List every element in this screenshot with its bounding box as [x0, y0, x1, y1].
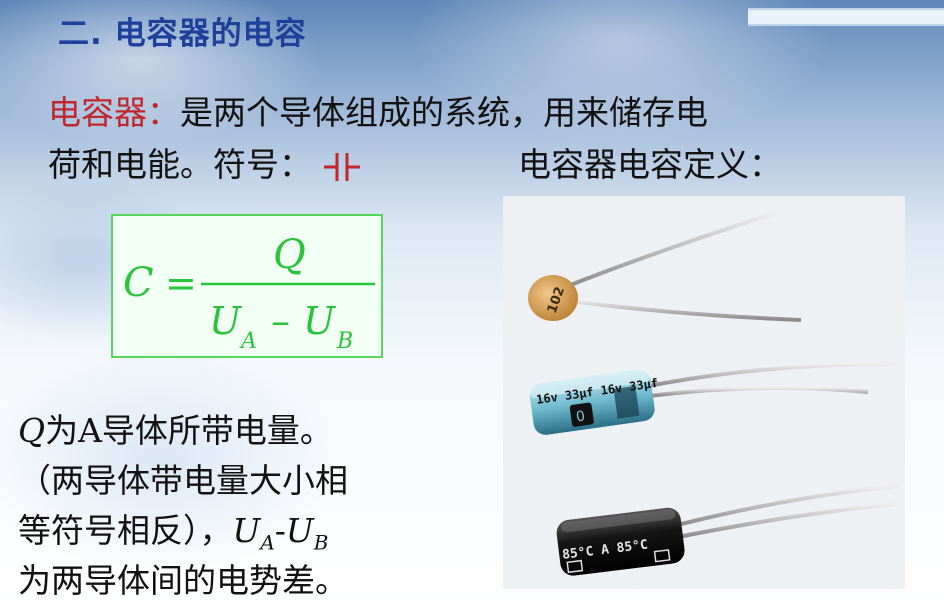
decorative-bar	[748, 8, 944, 26]
formula-ub: U	[303, 299, 337, 343]
electrolytic-capacitor-blue: 16v 33µf 16v 33µf 0	[528, 368, 659, 435]
intro-line-2: 荷和电能。符号：	[48, 138, 361, 186]
note-text-1: 为A导体所带电量。	[45, 411, 333, 450]
note-dash: -	[274, 511, 286, 550]
intro-line-1: 电容器：是两个导体组成的系统，用来储存电	[48, 86, 708, 134]
note-var-q: Q	[18, 411, 46, 450]
note-line-3: 等符号相反），UA-UB	[18, 504, 328, 555]
note-line-2: （两导体带电量大小相	[18, 461, 348, 500]
capacitor-symbol-icon	[323, 153, 360, 181]
formula-ub-sub: B	[336, 329, 353, 354]
formula-box: C = Q U A – U B	[111, 214, 383, 358]
note-ub: U	[285, 511, 314, 550]
capacitors-illustration: 102 16v 33µf 16v 33µf 0 85°C A 85°C	[528, 210, 900, 576]
note-line-4: 为两导体间的电势差。	[18, 561, 348, 600]
electrolytic-capacitor-black: 85°C A 85°C	[556, 507, 685, 576]
capacitor-photo: 102 16v 33µf 16v 33µf 0 85°C A 85°C	[503, 196, 905, 589]
definition-label: 电容器电容定义：	[518, 145, 782, 184]
formula-minus: –	[271, 299, 290, 343]
note-ua: U	[232, 511, 261, 550]
intro-text-1: 是两个导体组成的系统，用来储存电	[180, 93, 708, 132]
formula-lhs: C	[123, 260, 154, 306]
formula-equals: =	[165, 261, 197, 305]
formula-ua-sub: A	[239, 329, 257, 354]
note-ub-sub: B	[313, 530, 329, 555]
intro-text-2: 荷和电能。符号：	[48, 145, 312, 184]
formula-ua: U	[209, 299, 243, 343]
capacitance-formula: C = Q U A – U B	[123, 232, 375, 354]
note-line-1: Q为A导体所带电量。	[18, 404, 333, 452]
note-ua-sub: A	[260, 530, 275, 555]
term-capacitor: 电容器：	[48, 93, 180, 132]
section-heading: 二. 电容器的电容	[58, 16, 307, 52]
note-text-3: 等符号相反），	[18, 511, 233, 550]
formula-numerator: Q	[273, 232, 306, 278]
